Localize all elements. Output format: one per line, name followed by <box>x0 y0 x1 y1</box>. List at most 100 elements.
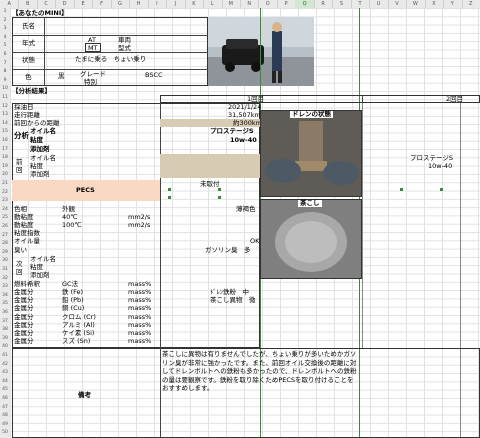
column-header-q[interactable]: Q <box>295 0 315 8</box>
row-header-7[interactable]: 7 <box>0 60 10 69</box>
row-header-28[interactable]: 28 <box>0 240 10 249</box>
grade-sub: 特別 <box>84 78 97 86</box>
row-header-40[interactable]: 40 <box>0 343 10 352</box>
row-header-24[interactable]: 24 <box>0 206 10 215</box>
row-header-9[interactable]: 9 <box>0 77 10 86</box>
fuel-dilution-unit: mass% <box>128 280 152 288</box>
row-header-2[interactable]: 2 <box>0 17 10 26</box>
row-header-38[interactable]: 38 <box>0 326 10 335</box>
row-header-32[interactable]: 32 <box>0 275 10 284</box>
grade-label: グレード <box>80 70 106 78</box>
row-header-29[interactable]: 29 <box>0 249 10 258</box>
column-header-e[interactable]: E <box>74 0 94 8</box>
grade-value: BSCC <box>145 71 163 79</box>
row-header-16[interactable]: 16 <box>0 137 10 146</box>
row-header-25[interactable]: 25 <box>0 214 10 223</box>
additive-label: 添加剤 <box>30 145 50 153</box>
column-header-z[interactable]: Z <box>462 0 480 8</box>
smell-label: 臭い <box>14 246 27 254</box>
row-header-20[interactable]: 20 <box>0 171 10 180</box>
column-header-l[interactable]: L <box>203 0 223 8</box>
column-header-k[interactable]: K <box>185 0 205 8</box>
row-header-39[interactable]: 39 <box>0 335 10 344</box>
row-header-21[interactable]: 21 <box>0 180 10 189</box>
row-header-45[interactable]: 45 <box>0 386 10 395</box>
oil-name: プロステージS <box>210 127 254 135</box>
metal-unit: mass% <box>128 312 152 321</box>
column-header-j[interactable]: J <box>166 0 186 8</box>
row-header-27[interactable]: 27 <box>0 232 10 241</box>
column-header-v[interactable]: V <box>388 0 408 8</box>
row-header-26[interactable]: 26 <box>0 223 10 232</box>
metal-name: 鉄 (Fe) <box>62 288 84 296</box>
row-header-44[interactable]: 44 <box>0 378 10 387</box>
row-header-18[interactable]: 18 <box>0 154 10 163</box>
remarks-label: 備考 <box>78 391 91 399</box>
row-header-8[interactable]: 8 <box>0 68 10 77</box>
column-header-c[interactable]: C <box>37 0 57 8</box>
column-header-x[interactable]: X <box>425 0 445 8</box>
row-header-35[interactable]: 35 <box>0 300 10 309</box>
row-header-22[interactable]: 22 <box>0 189 10 198</box>
row-header-1[interactable]: 1 <box>0 8 10 17</box>
row-header-50[interactable]: 50 <box>0 429 10 438</box>
row-header-10[interactable]: 10 <box>0 85 10 94</box>
row-header-49[interactable]: 49 <box>0 421 10 430</box>
row-header-13[interactable]: 13 <box>0 111 10 120</box>
column-header-d[interactable]: D <box>55 0 75 8</box>
row-header-4[interactable]: 4 <box>0 34 10 43</box>
row-header-12[interactable]: 12 <box>0 103 10 112</box>
row-header-19[interactable]: 19 <box>0 163 10 172</box>
row-header-41[interactable]: 41 <box>0 352 10 361</box>
color-hue-value: 薄褐色 <box>236 205 256 213</box>
row-header-47[interactable]: 47 <box>0 404 10 413</box>
analysis-title: 【分析結果】 <box>12 87 51 95</box>
column-header-b[interactable]: B <box>18 0 38 8</box>
model-label: 型式 <box>118 44 131 52</box>
row-header-5[interactable]: 5 <box>0 42 10 51</box>
pecs-value: 未取付 <box>200 180 220 188</box>
row-header-34[interactable]: 34 <box>0 292 10 301</box>
row-header-31[interactable]: 31 <box>0 266 10 275</box>
row-header-15[interactable]: 15 <box>0 128 10 137</box>
column-header-y[interactable]: Y <box>443 0 463 8</box>
column-header-i[interactable]: I <box>148 0 168 8</box>
row-header-3[interactable]: 3 <box>0 25 10 34</box>
row-header-42[interactable]: 42 <box>0 361 10 370</box>
row-header-11[interactable]: 11 <box>0 94 10 103</box>
color-hue-sub: 外観 <box>62 205 75 213</box>
prev-oil-name-label: オイル名 <box>30 154 56 162</box>
owner-label: 氏名 <box>22 22 35 30</box>
column-header-r[interactable]: R <box>314 0 334 8</box>
column-header-m[interactable]: M <box>222 0 241 8</box>
state-value: たまに乗る ちょい乗り <box>75 55 147 63</box>
column-header-a[interactable]: A <box>0 0 20 8</box>
row-header-46[interactable]: 46 <box>0 395 10 404</box>
metal-name: スズ (Sn) <box>62 337 91 346</box>
column-header-p[interactable]: P <box>277 0 297 8</box>
column-header-t[interactable]: T <box>351 0 371 8</box>
row-header-6[interactable]: 6 <box>0 51 10 60</box>
column-header-g[interactable]: G <box>111 0 131 8</box>
row-header-30[interactable]: 30 <box>0 257 10 266</box>
row-header-33[interactable]: 33 <box>0 283 10 292</box>
row-header-43[interactable]: 43 <box>0 369 10 378</box>
column-header-h[interactable]: H <box>129 0 149 8</box>
row-header-37[interactable]: 37 <box>0 318 10 327</box>
column-header-f[interactable]: F <box>92 0 112 8</box>
column-header-n[interactable]: N <box>240 0 260 8</box>
column-header-s[interactable]: S <box>332 0 352 8</box>
color-value: 黒 <box>58 72 65 80</box>
metal-label: 金属分 <box>14 288 34 296</box>
row-header-14[interactable]: 14 <box>0 120 10 129</box>
column-header-u[interactable]: U <box>369 0 389 8</box>
row-header-23[interactable]: 23 <box>0 197 10 206</box>
state-label: 状態 <box>22 56 35 64</box>
row-header-48[interactable]: 48 <box>0 412 10 421</box>
row-header-17[interactable]: 17 <box>0 146 10 155</box>
column-header-w[interactable]: W <box>406 0 426 8</box>
column-header-o[interactable]: O <box>258 0 278 8</box>
row-header-36[interactable]: 36 <box>0 309 10 318</box>
oil-section-label: 分析 <box>14 131 29 140</box>
prev-section-label: 前回 <box>16 158 23 174</box>
